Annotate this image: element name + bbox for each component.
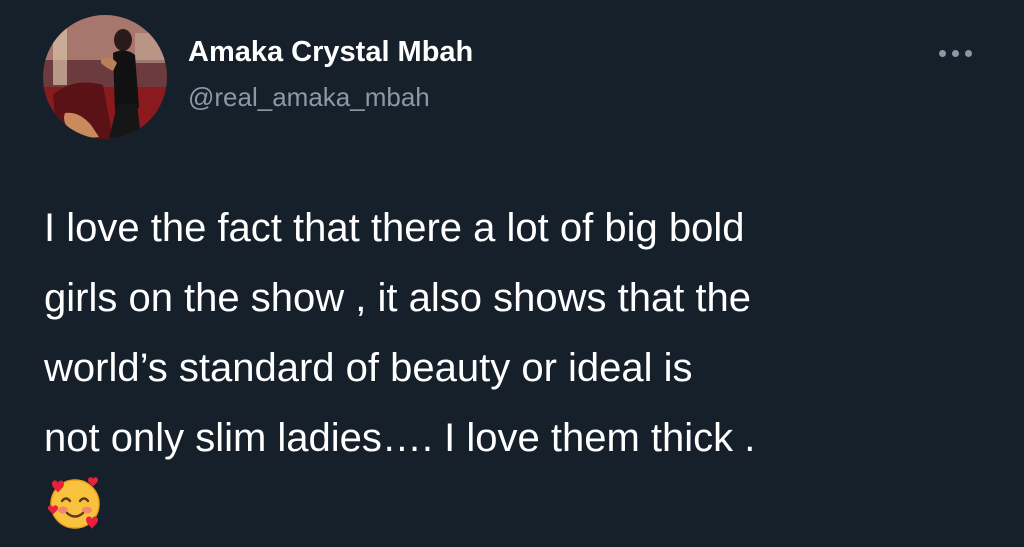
more-options-button[interactable] xyxy=(930,38,980,68)
avatar-photo-icon xyxy=(43,15,167,139)
more-options-icon-dot xyxy=(951,49,959,57)
tweet-text: I love the fact that there a lot of big … xyxy=(44,206,756,460)
author-handle[interactable]: @real_amaka_mbah xyxy=(188,82,430,113)
author-avatar[interactable] xyxy=(43,15,167,139)
more-options-icon-dot xyxy=(964,49,972,57)
tweet-card: Amaka Crystal Mbah @real_amaka_mbah I lo… xyxy=(0,0,1024,547)
author-display-name[interactable]: Amaka Crystal Mbah xyxy=(188,36,473,69)
smiling-face-with-hearts-icon xyxy=(46,474,104,532)
more-options-icon xyxy=(938,49,946,57)
